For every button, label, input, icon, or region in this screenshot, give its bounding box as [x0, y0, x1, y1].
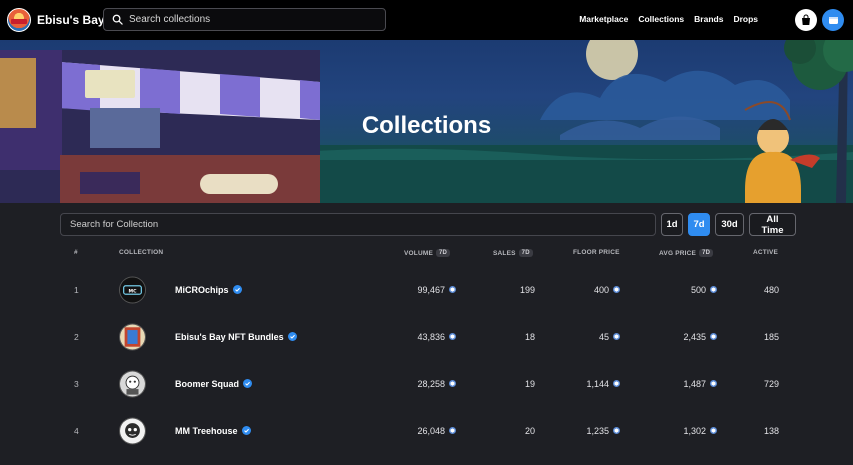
- collection-avatar[interactable]: [119, 417, 146, 444]
- collection-name: Ebisu's Bay NFT Bundles: [175, 331, 284, 342]
- avg-price-cell: 2,435: [683, 332, 717, 342]
- volume-cell: 43,836: [417, 332, 456, 342]
- global-search[interactable]: [103, 8, 386, 31]
- sales-cell: 199: [519, 284, 535, 295]
- nav-link-marketplace[interactable]: Marketplace: [579, 14, 628, 24]
- svg-text:MC: MC: [129, 288, 138, 294]
- collections-section: 1d 7d 30d All Time # COLLECTION VOLUME7D…: [0, 203, 853, 465]
- active-cell: 729: [763, 378, 779, 389]
- table-row[interactable]: 3 Boomer Squad 28,258 19 1,144 1,487 729: [0, 360, 853, 407]
- rank-cell: 3: [74, 378, 79, 389]
- cro-token-icon: [613, 427, 620, 434]
- shopping-bag-icon: [802, 14, 810, 25]
- page-title: Collections: [361, 112, 492, 139]
- wallet-icon: [828, 16, 838, 24]
- microchips-logo-icon: MC: [120, 277, 145, 302]
- range-1d-button[interactable]: 1d: [661, 213, 683, 236]
- sales-cell: 18: [524, 331, 535, 342]
- header-sales[interactable]: SALES 7D: [493, 249, 533, 257]
- cro-token-icon: [710, 333, 717, 340]
- collection-name-link[interactable]: MiCROchips: [175, 285, 242, 295]
- nav-link-drops[interactable]: Drops: [733, 14, 758, 24]
- avg-price-cell: 1,302: [683, 426, 717, 436]
- header-active[interactable]: ACTIVE: [753, 249, 778, 256]
- verified-badge-icon: [287, 332, 297, 341]
- collection-avatar[interactable]: [119, 323, 146, 350]
- wallet-button[interactable]: [822, 9, 844, 31]
- sales-cell: 19: [524, 378, 535, 389]
- period-badge: 7D: [699, 249, 714, 257]
- verified-badge-icon: [243, 379, 253, 388]
- cro-token-icon: [449, 333, 456, 340]
- cro-token-icon: [449, 380, 456, 387]
- cro-token-icon: [449, 286, 456, 293]
- header-volume[interactable]: VOLUME 7D: [404, 249, 451, 257]
- collection-name-link[interactable]: Ebisu's Bay NFT Bundles: [175, 332, 297, 342]
- rank-cell: 1: [74, 284, 79, 295]
- verified-badge-icon: [232, 285, 242, 294]
- header-rank: #: [74, 249, 78, 256]
- avg-price-cell: 500: [691, 285, 717, 295]
- nav-links: Marketplace Collections Brands Drops: [579, 14, 758, 24]
- header-floor-price[interactable]: FLOOR PRICE: [573, 249, 620, 256]
- table-row[interactable]: 1 MC MiCROchips 99,467 199 400 500 480: [0, 266, 853, 313]
- brand-logo-icon: [7, 8, 31, 32]
- collection-search[interactable]: [60, 213, 656, 236]
- cro-token-icon: [710, 427, 717, 434]
- range-all-time-button[interactable]: All Time: [749, 213, 796, 236]
- hero-banner: Collections: [0, 40, 853, 203]
- period-badge: 7D: [518, 249, 533, 257]
- rank-cell: 4: [74, 425, 79, 436]
- cart-button[interactable]: [795, 9, 817, 31]
- floor-price-cell: 1,144: [586, 379, 620, 389]
- table-row[interactable]: 2 Ebisu's Bay NFT Bundles 43,836 18 45 2…: [0, 313, 853, 360]
- collection-name: MM Treehouse: [175, 425, 238, 436]
- collection-name-link[interactable]: Boomer Squad: [175, 378, 253, 389]
- collection-avatar[interactable]: [119, 370, 146, 397]
- rank-cell: 2: [74, 331, 79, 342]
- period-badge: 7D: [436, 249, 451, 257]
- nft-bundle-logo-icon: [120, 324, 145, 349]
- volume-cell: 28,258: [417, 379, 456, 389]
- active-cell: 480: [763, 284, 779, 295]
- floor-price-cell: 45: [599, 332, 620, 342]
- cro-token-icon: [613, 380, 620, 387]
- collection-search-input[interactable]: [61, 214, 655, 235]
- boomer-squad-logo-icon: [120, 371, 145, 396]
- cro-token-icon: [613, 286, 620, 293]
- search-icon: [112, 14, 123, 25]
- header-avg-price[interactable]: AVG PRICE 7D: [659, 249, 714, 257]
- floor-price-cell: 1,235: [586, 426, 620, 436]
- volume-cell: 26,048: [417, 426, 456, 436]
- nav-link-collections[interactable]: Collections: [638, 14, 684, 24]
- cro-token-icon: [449, 427, 456, 434]
- collection-name: Boomer Squad: [175, 378, 240, 389]
- cro-token-icon: [710, 380, 717, 387]
- brand-name: Ebisu's Bay: [37, 13, 105, 27]
- header-collection[interactable]: COLLECTION: [119, 249, 163, 256]
- verified-badge-icon: [241, 426, 251, 435]
- volume-cell: 99,467: [417, 285, 456, 295]
- active-cell: 138: [763, 425, 779, 436]
- range-7d-button[interactable]: 7d: [688, 213, 710, 236]
- collection-avatar[interactable]: MC: [119, 276, 146, 303]
- sales-cell: 20: [524, 425, 535, 436]
- cro-token-icon: [613, 333, 620, 340]
- active-cell: 185: [763, 331, 779, 342]
- time-range-selector: 1d 7d 30d All Time: [661, 213, 796, 236]
- avg-price-cell: 1,487: [683, 379, 717, 389]
- brand-link[interactable]: Ebisu's Bay: [7, 8, 105, 32]
- range-30d-button[interactable]: 30d: [715, 213, 744, 236]
- collection-name-link[interactable]: MM Treehouse: [175, 426, 251, 436]
- navbar: Ebisu's Bay Marketplace Collections Bran…: [0, 0, 853, 40]
- cro-token-icon: [710, 286, 717, 293]
- table-row[interactable]: 4 MM Treehouse 26,048 20 1,235 1,302 138: [0, 407, 853, 454]
- collection-name: MiCROchips: [175, 284, 229, 295]
- global-search-input[interactable]: [129, 14, 369, 25]
- floor-price-cell: 400: [594, 285, 620, 295]
- nav-link-brands[interactable]: Brands: [694, 14, 723, 24]
- mm-treehouse-logo-icon: [120, 418, 145, 443]
